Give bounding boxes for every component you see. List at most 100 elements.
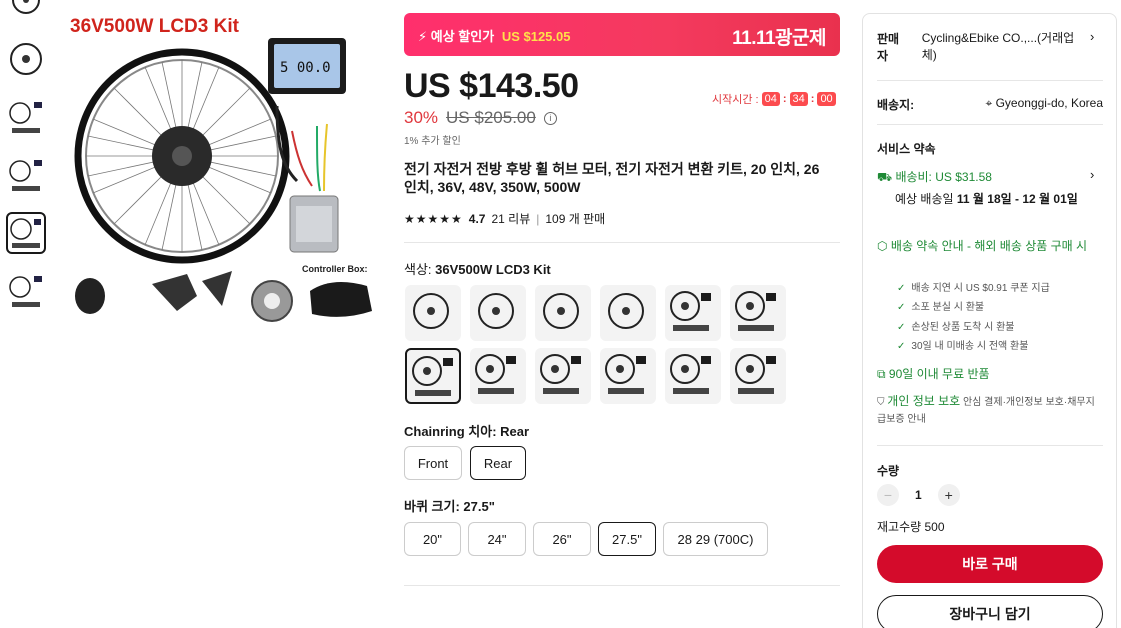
divider: [877, 80, 1103, 81]
minus-icon[interactable]: −: [877, 484, 899, 506]
seller-row[interactable]: 판매자 Cycling&Ebike CO.,...(거래업체): [877, 30, 1087, 64]
color-swatch[interactable]: [730, 348, 786, 404]
chevron-right-icon[interactable]: ›: [1090, 29, 1094, 44]
thumbnail-5-selected[interactable]: [6, 212, 46, 254]
chainring-front-button[interactable]: Front: [404, 446, 462, 480]
wheel-label: 바퀴 크기:: [404, 499, 460, 514]
privacy-title: 개인 정보 보호: [887, 394, 961, 408]
swatch-thumbnail: [478, 293, 514, 329]
chainring-value: Rear: [500, 424, 530, 439]
divider: [404, 585, 840, 586]
thumbnail-1[interactable]: [6, 0, 46, 22]
wheel-700c-button[interactable]: 28 29 (700C): [663, 522, 768, 556]
thumbnail-3[interactable]: [6, 96, 46, 138]
sold-count: 109 개 판매: [545, 212, 606, 226]
promise-row[interactable]: ⬡ 배송 약속 안내 - 해외 배송 상품 구매 시: [877, 238, 1097, 255]
color-value: 36V500W LCD3 Kit: [435, 262, 551, 277]
rating-row: ★★★★★ 4.7 21 리뷰 | 109 개 판매: [404, 210, 606, 227]
swatch-thumbnail: [413, 293, 449, 329]
chevron-right-icon[interactable]: ›: [1090, 167, 1094, 182]
product-title: 전기 자전거 전방 후방 휠 허브 모터, 전기 자전거 변환 키트, 20 인…: [404, 161, 820, 195]
color-swatch[interactable]: [470, 348, 526, 404]
thumbnail-6[interactable]: [6, 270, 46, 312]
seller-label: 판매자: [877, 32, 900, 63]
promise-item-text: 손상된 상품 도착 시 환불: [911, 322, 1015, 333]
promise-title: 배송 약속 안내 - 해외 배송 상품 구매 시: [890, 239, 1088, 253]
promo-banner: ⚡ 예상 할인가 US $125.05 11.11광군제: [404, 13, 840, 56]
add-to-cart-button[interactable]: 장바구니 담기: [877, 595, 1103, 628]
timer-hours: 04: [761, 92, 780, 106]
returns-text: 90일 이내 무료 반품: [888, 367, 990, 381]
color-swatch[interactable]: [730, 285, 786, 341]
wheel-20-button[interactable]: 20": [404, 522, 461, 556]
color-swatch[interactable]: [600, 285, 656, 341]
location-pin-icon: ⌖: [985, 96, 996, 110]
shield-box-icon: ⬡: [877, 239, 891, 253]
promise-item-text: 배송 지연 시 US $0.91 쿠폰 지급: [911, 283, 1050, 294]
returns-row[interactable]: ⧉ 90일 이내 무료 반품: [877, 365, 990, 382]
review-count[interactable]: 21 리뷰: [491, 210, 530, 227]
banner-amount: US $125.05: [501, 29, 571, 44]
divider: [877, 445, 1103, 446]
divider: [877, 124, 1103, 125]
swatch-thumbnail: [670, 354, 711, 394]
promise-item: ✓ 30일 내 미배송 시 전액 환불: [897, 337, 1028, 352]
thumbnail-2[interactable]: [6, 38, 46, 80]
plus-icon[interactable]: +: [937, 484, 960, 506]
color-swatch[interactable]: [535, 285, 591, 341]
color-swatch[interactable]: [535, 348, 591, 404]
promise-item: ✓ 소포 분실 시 환불: [897, 298, 984, 313]
quantity-label: 수량: [877, 464, 900, 478]
return-box-icon: ⧉: [877, 367, 889, 381]
promise-item-text: 소포 분실 시 환불: [911, 302, 985, 313]
promise-item: ✓ 배송 지연 시 US $0.91 쿠폰 지급: [897, 279, 1050, 294]
rating-score: 4.7: [468, 211, 486, 226]
banner-label-text: 예상 할인가: [430, 29, 495, 44]
color-swatch[interactable]: [665, 348, 721, 404]
truck-icon: ⛟: [877, 170, 896, 184]
chainring-option-label: Chainring 치아: Rear: [404, 421, 529, 440]
current-price: US $143.50: [404, 67, 579, 105]
star-rating-icon: ★★★★★: [404, 211, 463, 226]
color-swatch[interactable]: [405, 285, 461, 341]
shipping-fee: 배송비: US $31.58: [895, 170, 992, 184]
timer-label: 시작시간 :: [712, 94, 759, 106]
swatch-thumbnail: [605, 354, 646, 394]
privacy-row[interactable]: ⛉ 개인 정보 보호 안심 결제·개인정보 보호·채무지급보증 안내: [877, 393, 1099, 428]
swatch-thumbnail: [670, 291, 711, 331]
swatch-thumbnail: [608, 293, 644, 329]
color-swatch[interactable]: [665, 285, 721, 341]
wheel-26-button[interactable]: 26": [533, 522, 591, 556]
wheel-27-5-button[interactable]: 27.5": [598, 522, 656, 556]
delivery-row: 예상 배송일 11 월 18일 - 12 월 01일: [895, 190, 1095, 208]
quantity-stepper: − 1 +: [877, 484, 960, 506]
color-label: 색상:: [404, 262, 432, 277]
info-icon[interactable]: i: [543, 111, 557, 125]
color-swatch[interactable]: [405, 348, 461, 404]
banner-label: ⚡ 예상 할인가 US $125.05: [418, 26, 570, 45]
thumbnail-list: [6, 0, 54, 328]
wheel-24-button[interactable]: 24": [468, 522, 526, 556]
swatch-thumbnail: [735, 291, 776, 331]
delivery-label: 예상 배송일: [895, 192, 954, 206]
original-price: US $205.00: [446, 108, 536, 127]
check-icon: ✓: [897, 302, 906, 313]
shield-icon: ⛉: [877, 397, 888, 408]
swatch-thumbnail: [475, 354, 516, 394]
service-title: 서비스 약속: [877, 142, 936, 156]
chainring-label: Chainring 치아:: [404, 424, 497, 439]
delivery-date: 11 월 18일 - 12 월 01일: [956, 192, 1078, 206]
stock-text: 재고수량 500: [877, 520, 945, 534]
buy-now-button[interactable]: 바로 구매: [877, 545, 1103, 583]
chainring-rear-button[interactable]: Rear: [470, 446, 526, 480]
color-swatch[interactable]: [600, 348, 656, 404]
promise-item: ✓ 손상된 상품 도착 시 환불: [897, 318, 1015, 333]
color-option-label: 색상: 36V500W LCD3 Kit: [404, 259, 551, 278]
wheel-value: 27.5": [463, 499, 495, 514]
promise-item-text: 30일 내 미배송 시 전액 환불: [911, 341, 1029, 352]
quantity-value: 1: [915, 488, 922, 502]
swatch-thumbnail: [412, 356, 453, 396]
color-swatch[interactable]: [470, 285, 526, 341]
shipping-fee-row[interactable]: ⛟ 배송비: US $31.58: [877, 168, 992, 186]
thumbnail-4[interactable]: [6, 154, 46, 196]
